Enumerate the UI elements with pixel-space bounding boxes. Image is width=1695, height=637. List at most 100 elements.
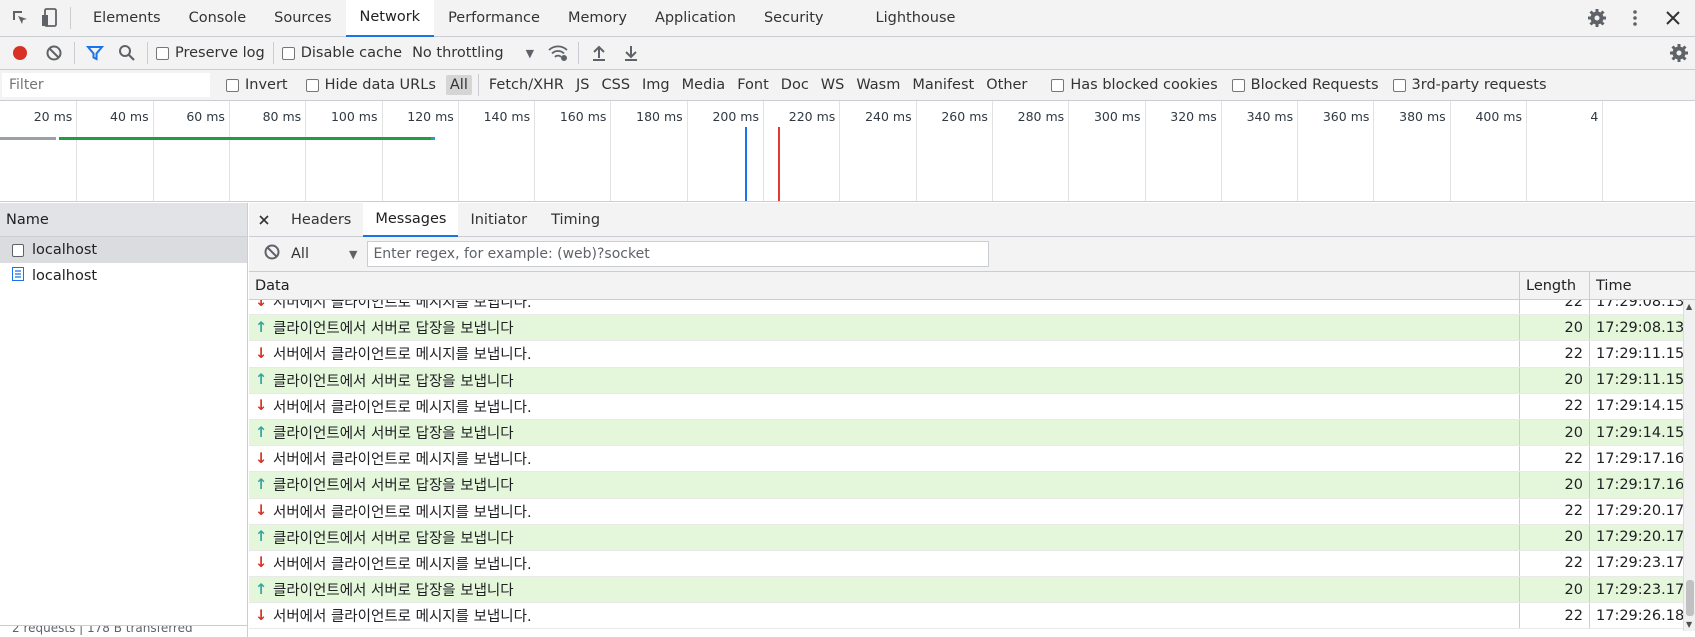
import-har-icon[interactable] <box>587 41 611 65</box>
filter-input[interactable] <box>2 73 210 97</box>
messages-scrollbar[interactable]: ▲ ▼ <box>1683 300 1695 631</box>
detail-tab-messages[interactable]: Messages <box>363 202 459 237</box>
message-text: 클라이언트에서 서버로 답장을 보냅니다 <box>273 321 514 338</box>
request-row[interactable]: localhost <box>0 263 247 289</box>
timeline-bar-stalled <box>0 137 56 140</box>
tab-lighthouse[interactable]: Lighthouse <box>862 0 970 37</box>
clear-icon[interactable] <box>42 41 66 65</box>
blocked-requests-checkbox[interactable]: Blocked Requests <box>1231 77 1379 93</box>
checkbox-box[interactable] <box>281 46 295 60</box>
sent-message-row[interactable]: ↑ 클라이언트에서 서버로 답장을 보냅니다 20 17:29:08.138 <box>249 315 1695 342</box>
blocked-requests-label: Blocked Requests <box>1250 77 1379 93</box>
sent-message-row[interactable]: ↑ 클라이언트에서 서버로 답장을 보냅니다 20 17:29:11.152 <box>249 367 1695 394</box>
checkbox-box[interactable] <box>156 46 169 60</box>
disable-cache-checkbox[interactable]: Disable cache <box>281 45 402 61</box>
regex-filter-input[interactable]: Enter regex, for example: (web)?socket <box>367 241 990 267</box>
tab-security[interactable]: Security <box>750 0 838 37</box>
messages-list[interactable]: ↓ 서버에서 클라이언트로 메시지를 보냅니다. 22 17:29:08.138 ↑ 클라… <box>249 300 1695 631</box>
tab-application[interactable]: Application <box>641 0 750 37</box>
close-detail-icon[interactable] <box>249 214 279 225</box>
third-party-checkbox[interactable]: 3rd-party requests <box>1392 77 1547 93</box>
network-overview-timeline[interactable]: 20 ms 40 ms 60 ms 80 ms 100 ms 120 ms 140 ms 16… <box>0 101 1695 202</box>
type-filter-media[interactable]: Media <box>678 75 730 95</box>
type-filter-other[interactable]: Other <box>982 75 1031 95</box>
tab-network[interactable]: Network <box>345 0 435 37</box>
type-filter-font[interactable]: Font <box>733 75 773 95</box>
timeline-tick-label: 360 ms <box>1322 109 1370 124</box>
message-data-cell: ↓ 서버에서 클라이언트로 메시지를 보냅니다. <box>249 393 1520 419</box>
checkbox-box[interactable] <box>305 78 319 92</box>
message-data-cell: ↑ 클라이언트에서 서버로 답장을 보냅니다 <box>249 315 1520 341</box>
received-message-row[interactable]: ↓ 서버에서 클라이언트로 메시지를 보냅니다. 22 17:29:23.178 <box>249 550 1695 578</box>
close-devtools-icon[interactable] <box>1661 6 1685 30</box>
type-filter-manifest[interactable]: Manifest <box>908 75 978 95</box>
timeline-tick-label: 160 ms <box>559 109 607 124</box>
tab-elements[interactable]: Elements <box>79 0 175 37</box>
search-icon[interactable] <box>115 41 139 65</box>
type-filter-doc[interactable]: Doc <box>777 75 813 95</box>
type-filter-img[interactable]: Img <box>638 75 674 95</box>
export-har-icon[interactable] <box>619 41 643 65</box>
tab-sources[interactable]: Sources <box>260 0 345 37</box>
invert-checkbox[interactable]: Invert <box>226 77 288 93</box>
detail-tab-timing[interactable]: Timing <box>539 203 612 237</box>
type-filter-fetch-xhr[interactable]: Fetch/XHR <box>485 75 568 95</box>
inspect-element-icon[interactable] <box>8 6 32 30</box>
timeline-gridline <box>1602 101 1604 201</box>
length-column-header[interactable]: Length <box>1520 272 1590 299</box>
detail-tab-initiator[interactable]: Initiator <box>458 203 539 237</box>
sent-arrow-icon: ↑ <box>255 581 268 598</box>
sent-message-row[interactable]: ↑ 클라이언트에서 서버로 답장을 보냅니다 20 17:29:17.160 <box>249 472 1695 499</box>
tab-console[interactable]: Console <box>175 0 261 37</box>
tab-performance[interactable]: Performance <box>434 0 554 37</box>
received-message-row[interactable]: ↓ 서버에서 클라이언트로 메시지를 보냅니다. 22 17:29:20.172 <box>249 498 1695 525</box>
received-message-row[interactable]: ↓ 서버에서 클라이언트로 메시지를 보냅니다. 22 17:29:26.186 <box>249 603 1695 630</box>
dropdown-arrow-icon: ▼ <box>525 46 535 60</box>
tab-memory[interactable]: Memory <box>554 0 641 37</box>
message-type-select[interactable]: All ▼ <box>291 246 357 262</box>
received-message-row[interactable]: ↓ 서버에서 클라이언트로 메시지를 보냅니다. 22 17:29:11.151 <box>249 341 1695 368</box>
received-message-row[interactable]: ↓ 서버에서 클라이언트로 메시지를 보냅니다. 22 17:29:14.157 <box>249 393 1695 420</box>
name-column-header[interactable]: Name <box>0 203 247 237</box>
checkbox-box[interactable] <box>1051 78 1065 92</box>
checkbox-box[interactable] <box>1231 78 1245 92</box>
filter-funnel-icon[interactable] <box>83 41 107 65</box>
throttling-select[interactable]: No throttling ▼ <box>412 45 534 61</box>
network-settings-gear-icon[interactable] <box>1667 41 1691 65</box>
type-filter-all[interactable]: All <box>445 75 472 95</box>
checkbox-box[interactable] <box>226 78 239 92</box>
sent-message-row[interactable]: ↑ 클라이언트에서 서버로 답장을 보냅니다 20 17:29:23.178 <box>249 577 1695 604</box>
timeline-gridline <box>76 101 78 201</box>
clear-messages-icon[interactable] <box>263 243 281 265</box>
time-column-header[interactable]: Time <box>1590 272 1682 299</box>
type-filter-wasm[interactable]: Wasm <box>852 75 904 95</box>
timeline-gridline <box>1220 101 1222 201</box>
data-column-header[interactable]: Data <box>249 272 1520 299</box>
type-filter-js[interactable]: JS <box>572 75 593 95</box>
received-message-row[interactable]: ↓ 서버에서 클라이언트로 메시지를 보냅니다. 22 17:29:17.160 <box>249 446 1695 473</box>
preserve-log-checkbox[interactable]: Preserve log <box>156 45 265 61</box>
has-blocked-cookies-checkbox[interactable]: Has blocked cookies <box>1051 77 1218 93</box>
type-filter-css[interactable]: CSS <box>597 75 634 95</box>
request-row[interactable]: localhost <box>0 237 247 263</box>
hide-data-urls-checkbox[interactable]: Hide data URLs <box>305 77 436 93</box>
type-filter-ws[interactable]: WS <box>817 75 849 95</box>
record-icon[interactable] <box>8 41 32 65</box>
detail-tab-headers[interactable]: Headers <box>279 203 363 237</box>
sent-message-row[interactable]: ↑ 클라이언트에서 서버로 답장을 보냅니다 20 17:29:20.173 <box>249 524 1695 551</box>
message-text: 클라이언트에서 서버로 답장을 보냅니다 <box>273 426 514 443</box>
checkbox-box[interactable] <box>1392 78 1406 92</box>
received-message-row[interactable]: ↓ 서버에서 클라이언트로 메시지를 보냅니다. 22 17:29:08.138 <box>249 300 1695 316</box>
timeline-tick-label: 300 ms <box>1093 109 1141 124</box>
timeline-tick-label: 320 ms <box>1170 109 1217 124</box>
device-toolbar-icon[interactable] <box>38 6 62 30</box>
scroll-up-arrow-icon[interactable]: ▲ <box>1686 302 1692 311</box>
scroll-thumb[interactable] <box>1686 580 1694 616</box>
network-conditions-icon[interactable] <box>546 41 570 65</box>
sent-message-row[interactable]: ↑ 클라이언트에서 서버로 답장을 보냅니다 20 17:29:14.158 <box>249 419 1695 447</box>
message-data-cell: ↑ 클라이언트에서 서버로 답장을 보냅니다 <box>249 577 1520 603</box>
scroll-down-arrow-icon[interactable]: ▼ <box>1686 620 1692 629</box>
settings-gear-icon[interactable] <box>1585 6 1609 30</box>
regex-placeholder: Enter regex, for example: (web)?socket <box>373 246 650 262</box>
more-options-icon[interactable] <box>1623 6 1647 30</box>
